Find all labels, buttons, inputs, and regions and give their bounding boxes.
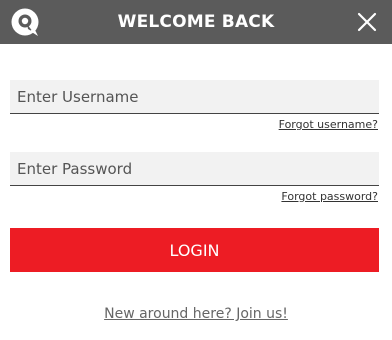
chat-bubble-q-logo-icon xyxy=(11,8,39,36)
join-us-link[interactable]: New around here? Join us! xyxy=(0,306,392,322)
close-icon[interactable] xyxy=(356,11,378,33)
modal-title: WELCOME BACK xyxy=(117,12,275,32)
login-button[interactable]: LOGIN xyxy=(10,228,379,272)
password-input[interactable] xyxy=(10,152,379,186)
forgot-password-link[interactable]: Forgot password? xyxy=(281,190,378,203)
username-input[interactable] xyxy=(10,80,379,114)
modal-header: WELCOME BACK xyxy=(0,0,392,44)
forgot-username-link[interactable]: Forgot username? xyxy=(279,118,378,131)
